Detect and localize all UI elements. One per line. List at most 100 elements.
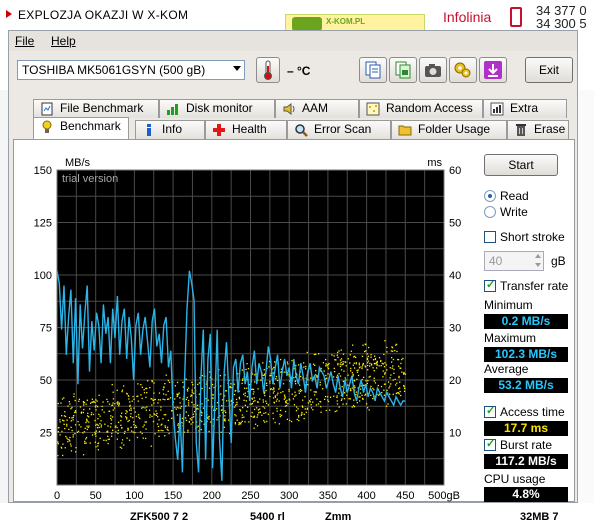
access-time-point (282, 383, 285, 385)
tab-folder-usage[interactable]: Folder Usage (391, 120, 507, 139)
drive-select[interactable]: TOSHIBA MK5061GSYN (500 gB) (17, 60, 245, 80)
access-time-point (239, 408, 241, 411)
access-time-point (266, 384, 268, 387)
access-time-point (299, 388, 301, 391)
access-time-point (144, 407, 146, 409)
access-time-point (220, 431, 222, 433)
access-time-checkbox[interactable] (484, 404, 496, 418)
access-time-point (369, 362, 371, 365)
menu-file[interactable]: File (15, 34, 34, 48)
access-time-point (331, 354, 333, 356)
access-time-point (88, 421, 90, 423)
access-time-point (365, 393, 367, 395)
access-time-point (83, 404, 85, 406)
bottom-text-4: 32MB 7 (520, 511, 559, 521)
access-time-point (257, 414, 259, 416)
access-time-point (351, 406, 353, 408)
access-time-point (240, 421, 242, 424)
access-time-point (158, 392, 161, 394)
access-time-point (111, 435, 113, 437)
tab-aam[interactable]: AAM (275, 99, 359, 118)
access-time-point (264, 407, 266, 409)
options-button[interactable] (449, 57, 477, 83)
access-time-point (303, 417, 305, 420)
access-time-point (238, 422, 240, 424)
read-radio[interactable] (484, 190, 496, 202)
access-time-point (154, 414, 156, 416)
access-time-point (290, 420, 293, 423)
access-time-point (152, 420, 155, 423)
access-time-point (265, 412, 267, 414)
access-time-point (382, 363, 384, 365)
tab-extra-tests[interactable]: Extra tests (483, 99, 567, 132)
access-time-point (299, 390, 302, 393)
access-time-point (167, 390, 169, 392)
spinner-up-icon[interactable] (535, 254, 541, 258)
screenshot-button[interactable] (419, 57, 447, 83)
access-time-point (337, 362, 339, 365)
access-time-point (356, 371, 359, 373)
short-stroke-spinner[interactable]: 40 (484, 251, 544, 271)
access-time-point (373, 380, 375, 382)
access-time-point (276, 394, 278, 396)
tab-info[interactable]: Info (135, 120, 205, 139)
access-time-point (123, 444, 125, 446)
access-time-point (187, 414, 190, 417)
tab-disk-monitor[interactable]: Disk monitor (159, 99, 275, 118)
tab-error-scan[interactable]: Error Scan (287, 120, 391, 139)
access-time-point (201, 387, 203, 390)
left-tick-label: 125 (34, 218, 52, 230)
access-time-point (278, 400, 280, 402)
access-time-point (247, 368, 250, 370)
x-tick-label: 400 (357, 490, 375, 502)
tab-erase[interactable]: Erase (507, 120, 569, 139)
copy-image-button[interactable] (389, 57, 417, 83)
access-time-point (224, 410, 226, 412)
access-time-point (198, 393, 200, 395)
access-time-point (367, 360, 369, 362)
access-time-point (334, 410, 336, 413)
access-time-point (179, 397, 181, 399)
promo-link[interactable]: EXPLOZJA OKAZJI W X-KOM (18, 8, 188, 22)
write-radio[interactable] (484, 206, 496, 218)
right-tick-label: 10 (449, 428, 461, 440)
burst-rate-checkbox[interactable] (484, 437, 496, 451)
tab-benchmark[interactable]: Benchmark (33, 117, 129, 139)
tab-health[interactable]: Health (205, 120, 287, 139)
access-time-point (163, 414, 165, 416)
short-stroke-label: Short stroke (500, 230, 565, 244)
error-scan-magnifier-icon (295, 124, 308, 137)
access-time-point (142, 406, 144, 408)
copy-text-button[interactable] (359, 57, 387, 83)
tab-info-label: Info (162, 122, 183, 136)
access-time-point (136, 436, 139, 439)
menu-help[interactable]: Help (51, 34, 76, 48)
access-time-point (272, 412, 274, 414)
access-time-point (286, 418, 288, 420)
access-time-label: Access time (500, 405, 565, 419)
access-time-point (260, 379, 262, 381)
start-button[interactable]: Start (484, 154, 558, 176)
access-time-point (128, 395, 130, 397)
access-time-point (140, 384, 142, 386)
tab-file-benchmark[interactable]: File Benchmark (33, 99, 159, 118)
access-time-point (300, 375, 302, 378)
spinner-down-icon[interactable] (535, 263, 541, 267)
exit-button[interactable]: Exit (525, 57, 573, 83)
access-time-point (383, 366, 386, 368)
access-time-point (310, 377, 312, 379)
access-time-point (132, 431, 134, 433)
access-time-point (259, 411, 261, 413)
access-time-point (141, 432, 143, 435)
transfer-rate-checkbox[interactable] (484, 278, 496, 292)
save-button[interactable] (479, 57, 507, 83)
random-access-icon (366, 102, 380, 116)
access-time-point (134, 411, 136, 413)
tab-random-access[interactable]: Random Access (359, 99, 483, 118)
access-time-point (288, 390, 290, 392)
access-time-point (269, 382, 271, 384)
temperature-button[interactable] (256, 57, 280, 83)
background-webpage-header: EXPLOZJA OKAZJI W X-KOM X-KOM.PL Infolin… (0, 0, 594, 34)
access-time-point (394, 349, 396, 352)
short-stroke-checkbox[interactable] (484, 231, 496, 243)
